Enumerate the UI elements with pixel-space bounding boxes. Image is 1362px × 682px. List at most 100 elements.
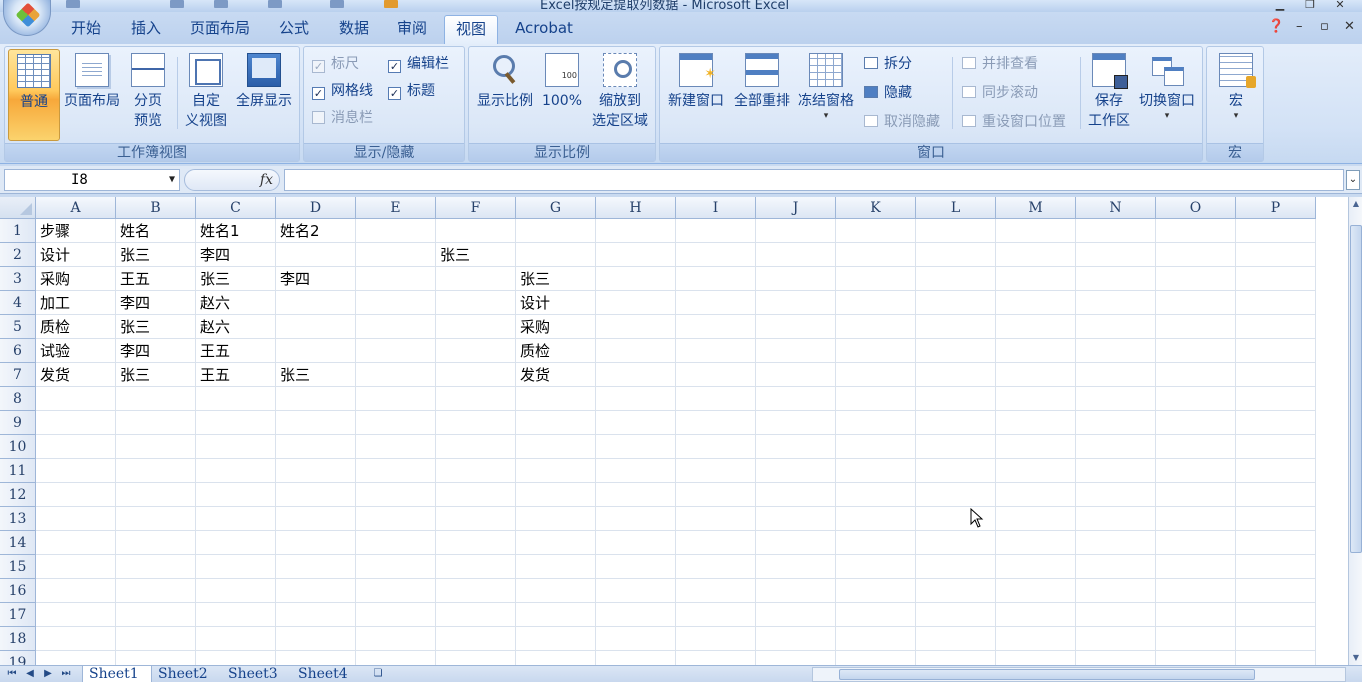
cell[interactable] [596,243,676,267]
cell[interactable] [196,651,276,665]
cell[interactable] [836,531,916,555]
cell[interactable] [996,363,1076,387]
cell[interactable]: 赵六 [196,315,276,339]
row-header[interactable]: 2 [0,243,36,267]
cell[interactable] [836,363,916,387]
insert-sheet-icon[interactable]: ❏ [368,666,388,682]
cell[interactable] [1156,291,1236,315]
row-header[interactable]: 10 [0,435,36,459]
cell[interactable] [196,459,276,483]
cell[interactable]: 采购 [516,315,596,339]
cell[interactable] [1236,219,1316,243]
cell[interactable] [676,651,756,665]
cell[interactable] [756,555,836,579]
cell[interactable] [836,387,916,411]
cell[interactable] [1156,387,1236,411]
cell[interactable] [996,531,1076,555]
cell[interactable] [196,507,276,531]
cell[interactable] [1156,627,1236,651]
cell[interactable] [596,339,676,363]
cell[interactable]: 步骤 [36,219,116,243]
row-header[interactable]: 6 [0,339,36,363]
minimize-icon[interactable]: ▁ [1270,0,1290,11]
cell[interactable]: 李四 [196,243,276,267]
cell[interactable] [836,339,916,363]
tab-insert[interactable]: 插入 [118,15,174,44]
cell[interactable] [596,555,676,579]
sheet-tab-3[interactable]: Sheet3 [222,666,292,682]
cell[interactable] [356,339,436,363]
cell[interactable] [436,315,516,339]
cell[interactable] [596,627,676,651]
cell[interactable] [1076,435,1156,459]
cell[interactable] [676,291,756,315]
cell[interactable] [36,627,116,651]
cell[interactable] [836,435,916,459]
cell[interactable] [676,243,756,267]
cell[interactable] [36,387,116,411]
cell[interactable] [916,339,996,363]
unhide-button[interactable]: 取消隐藏 [864,111,940,133]
cell[interactable] [1076,291,1156,315]
view-side-by-side-button[interactable]: 并排查看 [962,53,1038,75]
cell[interactable] [1156,531,1236,555]
cell[interactable] [996,483,1076,507]
cell[interactable]: 王五 [196,363,276,387]
prev-sheet-icon[interactable]: ◀ [22,666,38,682]
cell[interactable] [356,243,436,267]
cell[interactable] [436,363,516,387]
cell[interactable] [756,603,836,627]
cell[interactable] [836,555,916,579]
cell[interactable] [276,651,356,665]
dropdown-arrow-icon[interactable]: ▼ [169,170,175,190]
cell[interactable] [436,435,516,459]
column-header[interactable]: O [1156,197,1236,219]
cell[interactable]: 张三 [276,363,356,387]
cell[interactable] [1236,339,1316,363]
cell[interactable] [756,315,836,339]
cell[interactable] [1156,459,1236,483]
cell[interactable] [996,411,1076,435]
cell[interactable] [276,291,356,315]
cell[interactable] [516,555,596,579]
row-header[interactable]: 9 [0,411,36,435]
cell[interactable]: 李四 [276,267,356,291]
cell[interactable]: 发货 [516,363,596,387]
cell[interactable] [436,339,516,363]
cell[interactable] [436,507,516,531]
cell[interactable] [756,339,836,363]
cell[interactable] [836,483,916,507]
cell[interactable] [676,483,756,507]
ribbon-minimize-icon[interactable]: – [1296,19,1303,34]
column-header[interactable]: L [916,197,996,219]
macros-button[interactable]: 宏 ▾ [1211,49,1261,141]
cell[interactable] [1236,291,1316,315]
cell[interactable] [756,267,836,291]
cell[interactable] [916,291,996,315]
sheet-tab-4[interactable]: Sheet4 [292,666,362,682]
cell[interactable] [1076,219,1156,243]
scroll-down-icon[interactable]: ▼ [1350,652,1362,664]
column-header[interactable]: D [276,197,356,219]
cell[interactable] [36,459,116,483]
cell[interactable] [756,363,836,387]
cell[interactable] [1236,363,1316,387]
cell[interactable] [996,267,1076,291]
cell[interactable] [596,603,676,627]
cell[interactable] [996,507,1076,531]
cell[interactable] [116,411,196,435]
cell[interactable] [836,243,916,267]
formula-input[interactable] [284,169,1344,191]
cell[interactable] [516,435,596,459]
cell[interactable] [1156,651,1236,665]
cell[interactable] [1076,507,1156,531]
cell[interactable] [996,435,1076,459]
cell[interactable] [516,459,596,483]
sheet-tab-1[interactable]: Sheet1 [82,666,152,682]
cell[interactable]: 李四 [116,291,196,315]
cell[interactable] [1156,483,1236,507]
cell[interactable] [356,627,436,651]
column-header[interactable]: E [356,197,436,219]
cell[interactable]: 王五 [116,267,196,291]
maximize-icon[interactable]: ❐ [1300,0,1320,11]
